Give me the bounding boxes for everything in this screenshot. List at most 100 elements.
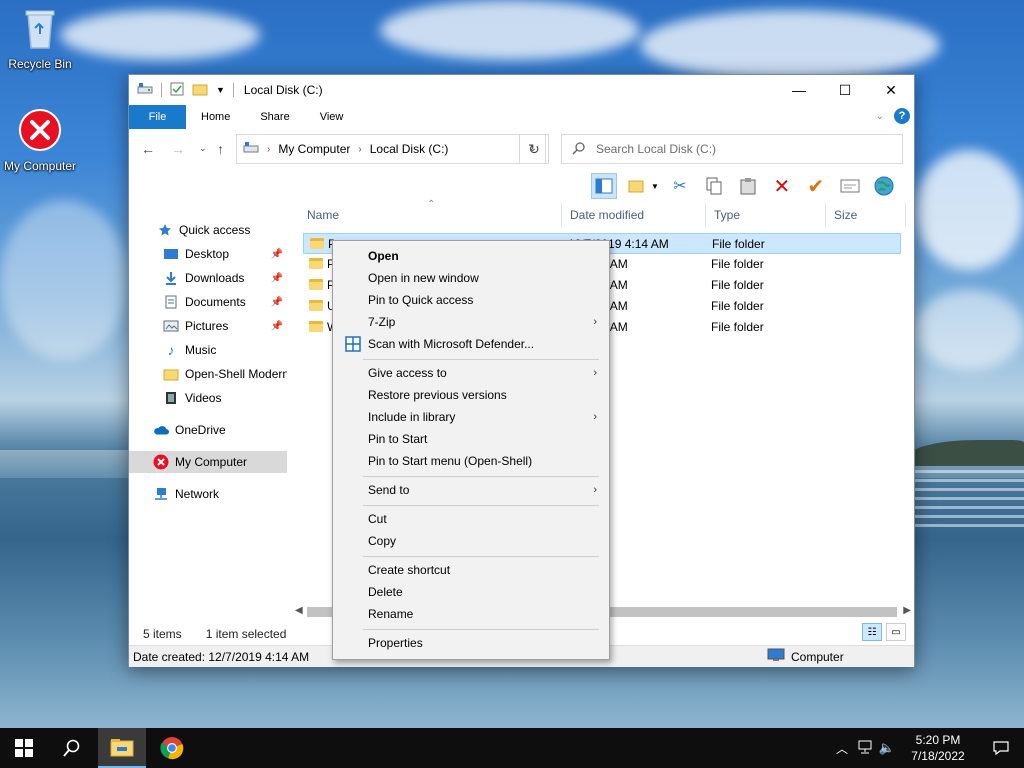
navigation-bar: ← → ⌄ ↑ › My Computer › Local Disk (C:) … xyxy=(129,133,914,167)
tab-view[interactable]: View xyxy=(304,105,358,129)
menu-item-open[interactable]: Open xyxy=(335,245,607,267)
menu-item-send-to[interactable]: Send to › xyxy=(335,479,607,501)
system-tray: ︿ 🔈 5:20 PM 7/18/2022 xyxy=(830,728,1024,768)
nav-item-onedrive[interactable]: OneDrive xyxy=(129,419,287,441)
nav-item-documents[interactable]: Documents 📌 xyxy=(129,291,287,313)
nav-item-quick-access[interactable]: Quick access xyxy=(129,219,287,241)
quick-access-toolbar: ▼ xyxy=(129,82,234,99)
error-icon xyxy=(0,108,80,155)
back-arrow-icon[interactable]: ← xyxy=(141,141,155,157)
desktop-icon-my-computer[interactable]: My Computer xyxy=(0,108,80,173)
search-button[interactable] xyxy=(48,728,96,768)
network-status-icon[interactable] xyxy=(854,740,876,757)
row-type: File folder xyxy=(712,237,765,251)
clock[interactable]: 5:20 PM 7/18/2022 xyxy=(898,732,978,764)
column-header-size[interactable]: Size xyxy=(826,203,906,227)
menu-item-pin-to-quick-access[interactable]: Pin to Quick access xyxy=(335,289,607,311)
nav-item-label: Documents xyxy=(185,295,246,309)
menu-item-pin-to-start-menu-open-shell[interactable]: Pin to Start menu (Open-Shell) xyxy=(335,450,607,472)
globe-icon[interactable] xyxy=(871,173,897,199)
notification-icon[interactable] xyxy=(978,740,1024,756)
column-header-type[interactable]: Type xyxy=(706,203,826,227)
menu-item-include-in-library[interactable]: Include in library › xyxy=(335,406,607,428)
menu-item-scan-defender[interactable]: Scan with Microsoft Defender... xyxy=(335,333,607,355)
menu-item-create-shortcut[interactable]: Create shortcut xyxy=(335,559,607,581)
paste-icon[interactable] xyxy=(735,173,761,199)
breadcrumb-local-disk[interactable]: Local Disk (C:) xyxy=(370,142,449,156)
menu-item-give-access-to[interactable]: Give access to › xyxy=(335,362,607,384)
volume-icon[interactable]: 🔈 xyxy=(876,740,898,756)
column-header-name[interactable]: Name xyxy=(299,203,562,227)
new-folder-icon[interactable] xyxy=(192,82,208,99)
breadcrumb-my-computer[interactable]: My Computer xyxy=(278,142,350,156)
nav-item-pictures[interactable]: Pictures 📌 xyxy=(129,315,287,337)
submenu-chevron-icon: › xyxy=(593,367,597,379)
properties-icon[interactable] xyxy=(170,82,184,99)
menu-item-pin-to-start[interactable]: Pin to Start xyxy=(335,428,607,450)
nav-item-videos[interactable]: Videos xyxy=(129,387,287,409)
show-hidden-icons-icon[interactable]: ︿ xyxy=(830,740,854,757)
expand-ribbon-icon[interactable]: ⌄ xyxy=(876,111,884,122)
menu-item-restore-previous-versions[interactable]: Restore previous versions xyxy=(335,384,607,406)
address-bar[interactable]: › My Computer › Local Disk (C:) ⌄ xyxy=(236,134,546,164)
folder-icon xyxy=(309,300,323,311)
menu-item-cut[interactable]: Cut xyxy=(335,508,607,530)
menu-item-label: Delete xyxy=(368,585,403,599)
column-header-date-modified[interactable]: Date modified xyxy=(562,203,706,227)
start-button[interactable] xyxy=(0,728,48,768)
cut-icon[interactable]: ✂ xyxy=(667,173,693,199)
copy-icon[interactable] xyxy=(701,173,727,199)
forward-arrow-icon[interactable]: → xyxy=(171,141,185,157)
desktop-icon-recycle-bin[interactable]: Recycle Bin xyxy=(0,6,80,71)
minimize-button[interactable]: — xyxy=(776,75,822,105)
menu-item-label: Restore previous versions xyxy=(368,388,507,402)
nav-item-desktop[interactable]: Desktop 📌 xyxy=(129,243,287,265)
view-options-icon[interactable] xyxy=(625,173,651,199)
taskbar-file-explorer[interactable] xyxy=(98,728,146,768)
recent-locations-icon[interactable]: ⌄ xyxy=(199,143,207,154)
menu-item-copy[interactable]: Copy xyxy=(335,530,607,552)
large-icons-view-icon[interactable]: ▭ xyxy=(886,623,906,641)
breadcrumb-chevron-icon[interactable]: › xyxy=(358,144,361,155)
properties-icon[interactable] xyxy=(837,173,863,199)
menu-item-7zip[interactable]: 7-Zip › xyxy=(335,311,607,333)
up-arrow-icon[interactable]: ↑ xyxy=(217,141,224,157)
help-icon[interactable]: ? xyxy=(894,108,910,124)
tab-share[interactable]: Share xyxy=(244,105,303,129)
search-input[interactable]: Search Local Disk (C:) xyxy=(561,134,903,164)
delete-icon[interactable]: ✕ xyxy=(769,173,795,199)
menu-item-rename[interactable]: Rename xyxy=(335,603,607,625)
maximize-button[interactable]: ☐ xyxy=(822,75,868,105)
nav-item-my-computer[interactable]: My Computer xyxy=(129,451,287,473)
cloud xyxy=(60,10,260,60)
breadcrumb-chevron-icon[interactable]: › xyxy=(267,144,270,155)
ribbon-right: ⌄ ? xyxy=(876,108,910,124)
nav-item-music[interactable]: ♪ Music xyxy=(129,339,287,361)
details-view-icon[interactable]: ☷ xyxy=(862,623,882,641)
tab-home[interactable]: Home xyxy=(186,105,244,129)
navigation-pane-button[interactable] xyxy=(591,173,617,199)
clock-date: 7/18/2022 xyxy=(911,749,965,763)
separator xyxy=(161,83,162,97)
tab-file[interactable]: File xyxy=(129,105,186,129)
checkmark-icon[interactable]: ✔ xyxy=(803,173,829,199)
menu-item-delete[interactable]: Delete xyxy=(335,581,607,603)
close-button[interactable]: ✕ xyxy=(868,75,914,105)
nav-item-downloads[interactable]: Downloads 📌 xyxy=(129,267,287,289)
view-toggle: ☷ ▭ xyxy=(862,623,906,641)
taskbar-chrome[interactable] xyxy=(148,728,196,768)
refresh-button[interactable]: ↻ xyxy=(519,134,549,164)
row-type: File folder xyxy=(711,299,764,313)
customize-toolbar-icon[interactable]: ▼ xyxy=(216,85,225,95)
menu-item-open-in-new-window[interactable]: Open in new window xyxy=(335,267,607,289)
scroll-left-icon[interactable]: ◀ xyxy=(295,605,303,616)
context-menu: Open Open in new window Pin to Quick acc… xyxy=(332,240,610,660)
nav-item-label: My Computer xyxy=(175,455,248,469)
title-bar[interactable]: ▼ Local Disk (C:) — ☐ ✕ xyxy=(129,75,914,105)
nav-item-open-shell-modern[interactable]: Open-Shell Modern xyxy=(129,363,287,385)
dropdown-icon[interactable]: ▼ xyxy=(651,182,659,191)
scroll-right-icon[interactable]: ▶ xyxy=(903,605,911,616)
desktop-icon xyxy=(163,246,179,262)
nav-item-network[interactable]: Network xyxy=(129,483,287,505)
menu-item-properties[interactable]: Properties xyxy=(335,632,607,654)
